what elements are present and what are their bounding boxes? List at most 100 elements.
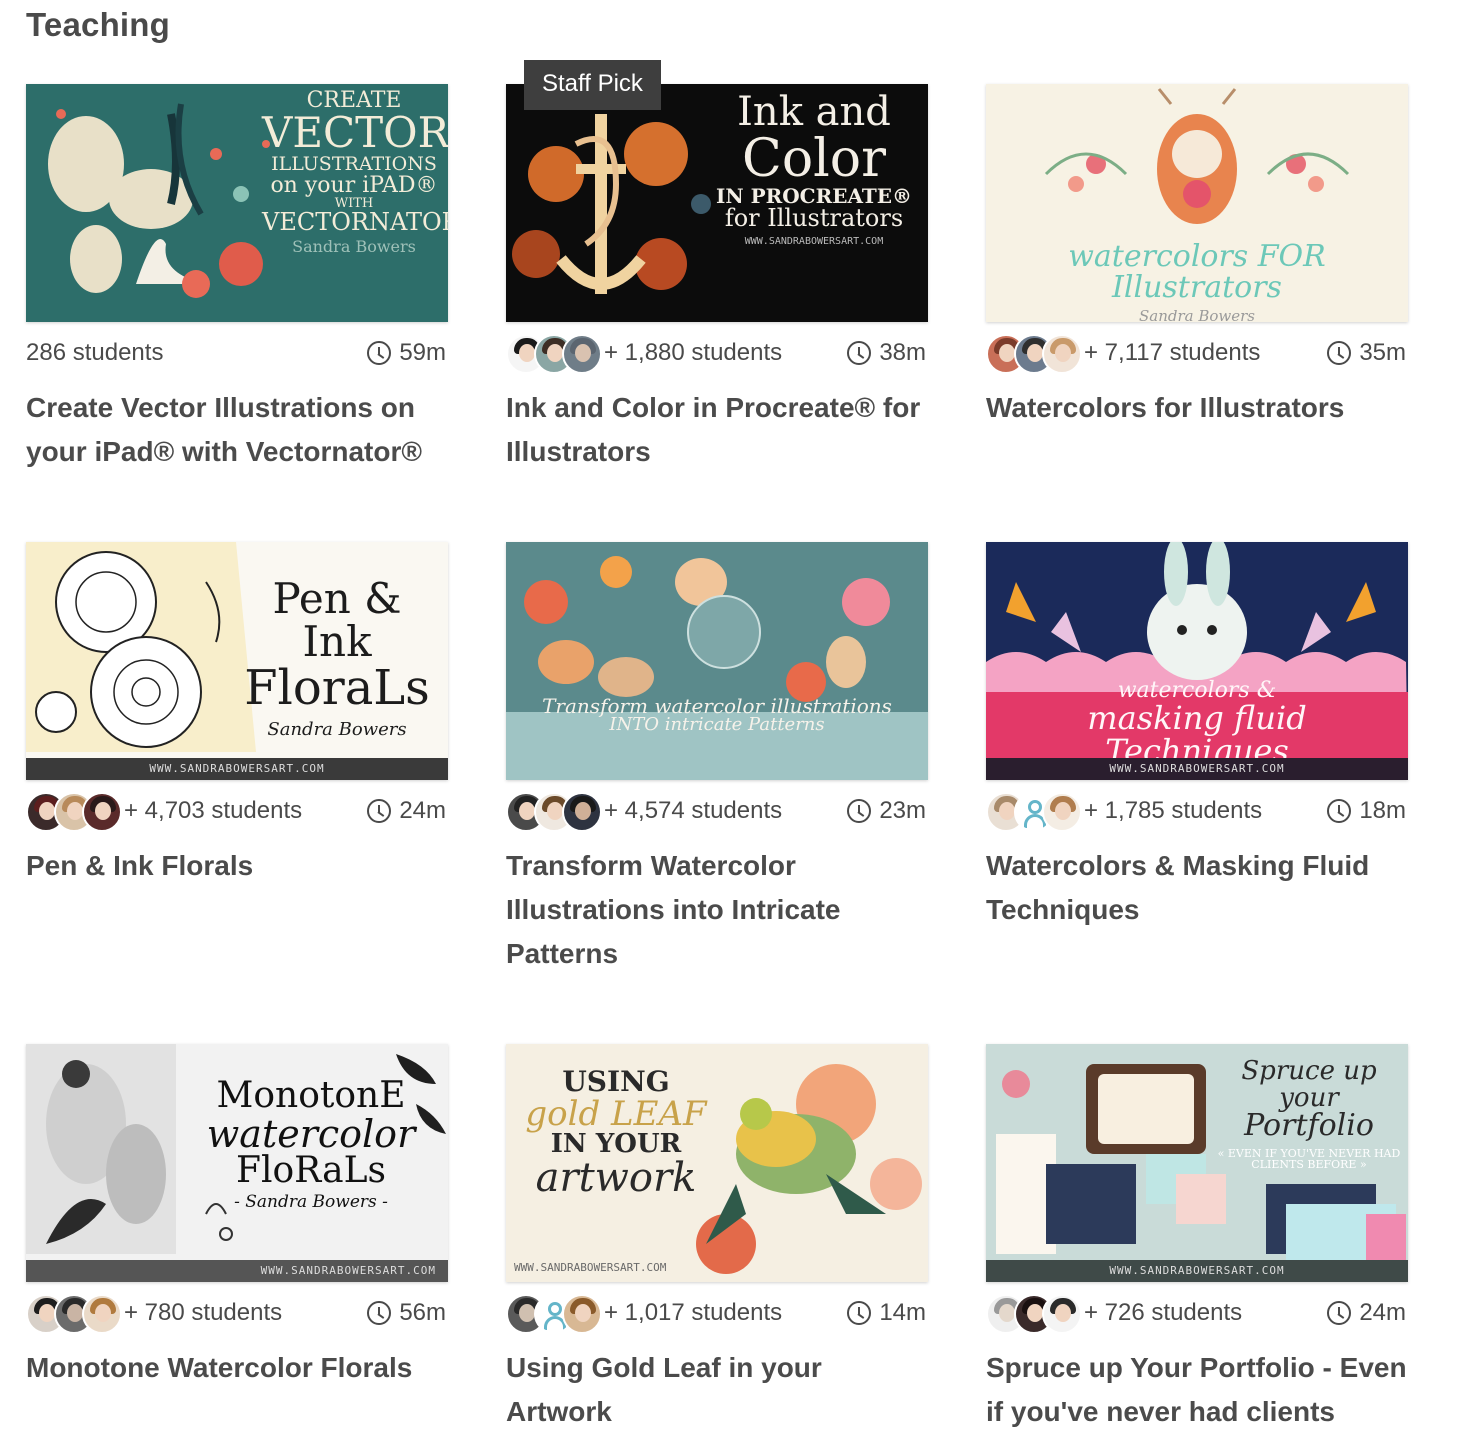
- class-thumbnail[interactable]: watercolors FOR Illustrators Sandra Bowe…: [986, 84, 1408, 322]
- student-avatars: [506, 334, 602, 374]
- avatar: [562, 334, 602, 374]
- thumbnail-text: « EVEN IF YOU'VE NEVER HAD CLIENTS BEFOR…: [1217, 1146, 1401, 1171]
- class-title[interactable]: Spruce up Your Portfolio - Even if you'v…: [986, 1346, 1408, 1430]
- thumbnail-text: for Illustrators: [724, 204, 904, 233]
- thumbnail-text: MonotonE: [216, 1075, 406, 1116]
- avatar: [562, 792, 602, 832]
- thumbnail-text: FloraLs: [244, 659, 430, 716]
- class-card[interactable]: USING gold LEAF IN YOUR artwork WWW.SAND…: [506, 1044, 928, 1430]
- thumbnail-footer: WWW.SANDRABOWERSART.COM: [744, 235, 884, 247]
- class-thumbnail[interactable]: MonotonE watercolor FloRaLs - Sandra Bow…: [26, 1044, 448, 1282]
- class-duration: 35m: [1327, 339, 1406, 367]
- clock-icon: [1327, 799, 1352, 823]
- class-duration: 18m: [1327, 797, 1406, 825]
- avatar: [82, 1294, 122, 1334]
- thumbnail-text: watercolors FOR Illustrators: [1068, 239, 1326, 305]
- student-avatars: [986, 334, 1082, 374]
- class-duration: 14m: [847, 1299, 926, 1327]
- class-duration: 59m: [367, 339, 446, 367]
- class-title[interactable]: Pen & Ink Florals: [26, 844, 448, 888]
- class-thumbnail[interactable]: Pen & Ink FloraLs Sandra Bowers WWW.SAND…: [26, 542, 448, 780]
- clock-icon: [847, 341, 872, 365]
- thumbnail-text: Color: [742, 128, 886, 189]
- clock-icon: [367, 341, 392, 365]
- class-thumbnail[interactable]: USING gold LEAF IN YOUR artwork WWW.SAND…: [506, 1044, 928, 1282]
- thumbnail-text: USING: [562, 1065, 670, 1098]
- student-avatars: [506, 792, 602, 832]
- class-duration: 24m: [1327, 1299, 1406, 1327]
- class-card[interactable]: MonotonE watercolor FloRaLs - Sandra Bow…: [26, 1044, 448, 1390]
- clock-icon: [847, 1301, 872, 1325]
- student-avatars: [986, 1294, 1082, 1334]
- duration-label: 18m: [1359, 797, 1406, 824]
- class-thumbnail[interactable]: CREATE VECTOR ILLUSTRATIONS on your iPAD…: [26, 84, 448, 322]
- student-avatars: [26, 1294, 122, 1334]
- duration-label: 14m: [879, 1299, 926, 1326]
- student-count: + 780 students: [124, 1299, 283, 1326]
- duration-label: 24m: [1359, 1299, 1406, 1326]
- thumbnail-text: on your iPAD®: [270, 172, 438, 198]
- duration-label: 38m: [879, 339, 926, 366]
- class-thumbnail[interactable]: Ink and Color IN PROCREATE® for Illustra…: [506, 84, 928, 322]
- thumbnail-text: IN PROCREATE®: [715, 183, 912, 208]
- thumbnail-text: VECTOR: [262, 108, 448, 158]
- student-count: + 1,785 students: [1084, 797, 1263, 824]
- avatar: [562, 1294, 602, 1334]
- thumbnail-text: Pen & Ink: [272, 574, 402, 666]
- student-count: + 7,117 students: [1084, 339, 1261, 366]
- thumbnail-text: FloRaLs: [236, 1150, 386, 1192]
- student-avatars: [986, 792, 1082, 832]
- avatar: [1042, 1294, 1082, 1334]
- class-card[interactable]: Transform watercolor illustrations INTO …: [506, 542, 928, 976]
- class-card[interactable]: Staff Pick Ink and Color IN PROCREATE® f…: [506, 60, 928, 474]
- thumbnail-text: ILLUSTRATIONS: [271, 153, 437, 176]
- thumbnail-text: Transform watercolor illustrations: [542, 694, 892, 718]
- student-avatars: [506, 1294, 602, 1334]
- thumbnail-footer: WWW.SANDRABOWERSART.COM: [26, 758, 448, 780]
- clock-icon: [847, 799, 872, 823]
- duration-label: 56m: [399, 1299, 446, 1326]
- thumbnail-signature: Sandra Bowers: [267, 718, 407, 740]
- class-card[interactable]: watercolors FOR Illustrators Sandra Bowe…: [986, 84, 1408, 430]
- thumbnail-text: watercolor: [206, 1111, 416, 1156]
- class-thumbnail[interactable]: Spruce up your Portfolio « EVEN IF YOU'V…: [986, 1044, 1408, 1282]
- thumbnail-footer: WWW.SANDRABOWERSART.COM: [986, 758, 1408, 780]
- thumbnail-text: VECTORNATOR®: [262, 208, 448, 237]
- thumbnail-footer: WWW.SANDRABOWERSART.COM: [26, 1260, 448, 1282]
- class-title[interactable]: Create Vector Illustrations on your iPad…: [26, 386, 448, 474]
- duration-label: 35m: [1359, 339, 1406, 366]
- thumbnail-text: INTO intricate Patterns: [609, 714, 825, 736]
- class-title[interactable]: Watercolors & Masking Fluid Techniques: [986, 844, 1408, 932]
- class-duration: 24m: [367, 797, 446, 825]
- thumbnail-text: artwork: [535, 1154, 697, 1201]
- clock-icon: [1327, 341, 1352, 365]
- class-card[interactable]: Pen & Ink FloraLs Sandra Bowers WWW.SAND…: [26, 542, 448, 888]
- thumbnail-text: IN YOUR: [550, 1129, 682, 1160]
- duration-label: 59m: [399, 339, 446, 366]
- avatar: [1042, 334, 1082, 374]
- class-card[interactable]: Spruce up your Portfolio « EVEN IF YOU'V…: [986, 1044, 1408, 1430]
- thumbnail-text: gold LEAF: [525, 1093, 707, 1134]
- class-duration: 56m: [367, 1299, 446, 1327]
- class-title[interactable]: Ink and Color in Procreate® for Illustra…: [506, 386, 928, 474]
- staff-pick-badge: Staff Pick: [524, 60, 661, 110]
- clock-icon: [367, 799, 392, 823]
- class-title[interactable]: Transform Watercolor Illustrations into …: [506, 844, 928, 976]
- class-title[interactable]: Using Gold Leaf in your Artwork: [506, 1346, 928, 1430]
- thumbnail-footer: WWW.SANDRABOWERSART.COM: [514, 1261, 667, 1274]
- student-count: + 4,703 students: [124, 797, 303, 824]
- class-title[interactable]: Monotone Watercolor Florals: [26, 1346, 448, 1390]
- thumbnail-signature: Sandra Bowers: [292, 236, 416, 256]
- student-count: + 1,017 students: [604, 1299, 783, 1326]
- class-thumbnail[interactable]: Transform watercolor illustrations INTO …: [506, 542, 928, 780]
- thumbnail-illustration: [506, 542, 928, 780]
- thumbnail-signature: - Sandra Bowers -: [234, 1192, 388, 1213]
- class-thumbnail[interactable]: watercolors & masking fluid Techniques W…: [986, 542, 1408, 780]
- section-title: Teaching: [26, 6, 171, 43]
- clock-icon: [367, 1301, 392, 1325]
- class-card[interactable]: watercolors & masking fluid Techniques W…: [986, 542, 1408, 932]
- class-card[interactable]: CREATE VECTOR ILLUSTRATIONS on your iPAD…: [26, 84, 448, 474]
- thumbnail-text: Portfolio: [1244, 1108, 1374, 1144]
- class-title[interactable]: Watercolors for Illustrators: [986, 386, 1408, 430]
- student-avatars: [26, 792, 122, 832]
